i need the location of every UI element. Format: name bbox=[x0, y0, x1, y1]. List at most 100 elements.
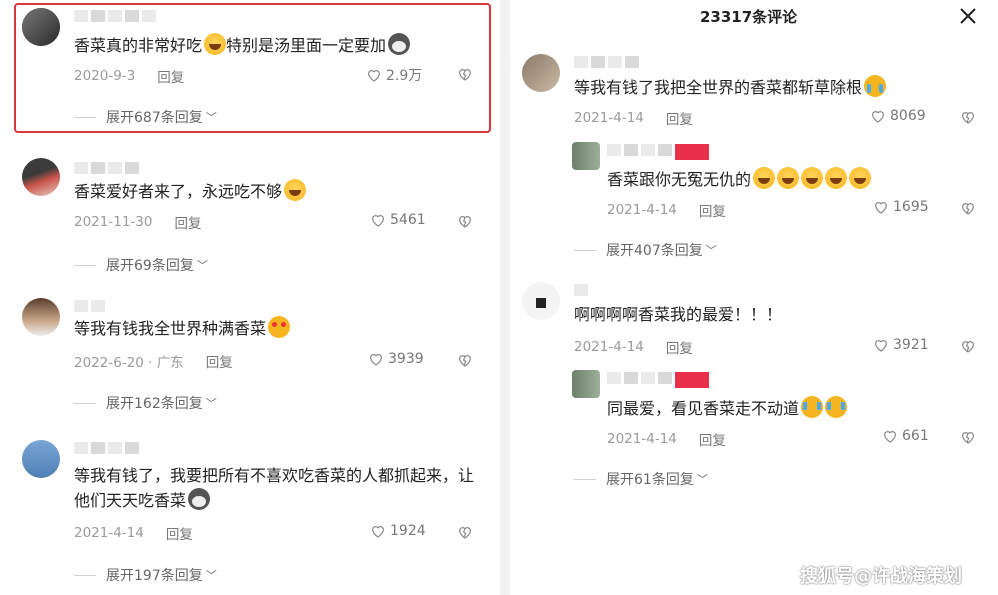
username-blurred[interactable] bbox=[74, 10, 156, 22]
username-blurred[interactable] bbox=[74, 300, 105, 312]
reply-text: 香菜跟你无冤无仇的 bbox=[607, 167, 872, 192]
comment-date: 2021-11-30 bbox=[74, 214, 153, 230]
emoji-icon bbox=[204, 33, 227, 55]
chevron-down-icon: ﹀ bbox=[196, 259, 208, 272]
reply-button[interactable]: 回复 bbox=[699, 200, 726, 220]
chevron-down-icon: ﹀ bbox=[205, 569, 217, 582]
reply-meta: 2021-4-14 回复 bbox=[607, 429, 726, 449]
comment-date: 2021-4-14 bbox=[574, 110, 644, 126]
comment-meta: 2021-4-14 回复 bbox=[74, 523, 193, 543]
username-blurred[interactable] bbox=[607, 144, 709, 160]
like-count: 3921 bbox=[893, 337, 929, 353]
comment-meta: 2021-4-14 回复 bbox=[574, 337, 693, 357]
reply-button[interactable]: 回复 bbox=[174, 212, 201, 232]
broken-heart-icon[interactable] bbox=[960, 200, 976, 216]
emoji-icon bbox=[284, 179, 307, 201]
avatar[interactable] bbox=[22, 298, 60, 336]
broken-heart-icon[interactable] bbox=[457, 213, 473, 229]
like-count: 5461 bbox=[390, 212, 426, 228]
emoji-icon bbox=[849, 167, 872, 189]
like-button[interactable]: 3939 bbox=[368, 351, 424, 367]
username-blurred[interactable] bbox=[574, 56, 639, 68]
like-button[interactable]: 1924 bbox=[370, 523, 426, 539]
reply-button[interactable]: 回复 bbox=[166, 523, 193, 543]
expand-replies-button[interactable]: 展开69条回复 ﹀ bbox=[74, 255, 208, 275]
emoji-icon bbox=[825, 396, 848, 418]
broken-heart-icon[interactable] bbox=[457, 524, 473, 540]
reply-meta: 2021-4-14 回复 bbox=[607, 200, 726, 220]
left-comment-panel: 香菜真的非常好吃 特别是汤里面一定要加 2020-9-3 回复 2.9万 展开68… bbox=[0, 0, 500, 595]
comment-text: 等我有钱我全世界种满香菜 bbox=[74, 316, 291, 341]
broken-heart-icon[interactable] bbox=[457, 66, 473, 82]
expand-replies-button[interactable]: 展开162条回复 ﹀ bbox=[74, 393, 217, 413]
reply-button[interactable]: 回复 bbox=[666, 108, 693, 128]
like-count: 3939 bbox=[388, 351, 424, 367]
like-button[interactable]: 3921 bbox=[873, 337, 929, 353]
chevron-down-icon: ﹀ bbox=[205, 397, 217, 410]
reply-button[interactable]: 回复 bbox=[206, 351, 233, 371]
username-blurred[interactable] bbox=[74, 162, 139, 174]
avatar[interactable] bbox=[22, 8, 60, 46]
like-button[interactable]: 8069 bbox=[870, 108, 926, 124]
broken-heart-icon[interactable] bbox=[960, 429, 976, 445]
chevron-down-icon: ﹀ bbox=[696, 473, 708, 486]
broken-heart-icon[interactable] bbox=[457, 352, 473, 368]
broken-heart-icon[interactable] bbox=[960, 109, 976, 125]
heart-outline-icon bbox=[872, 111, 884, 123]
comment-date: 2022-6-20 · 广东 bbox=[74, 355, 184, 371]
comment-text: 啊啊啊啊香菜我的最爱！！！ bbox=[574, 305, 783, 324]
comment-meta: 2020-9-3 回复 bbox=[74, 66, 184, 86]
panel-divider bbox=[500, 0, 510, 595]
heart-outline-icon bbox=[875, 202, 887, 214]
emoji-icon bbox=[388, 33, 411, 55]
emoji-icon bbox=[801, 396, 824, 418]
comment-meta: 2021-4-14 回复 bbox=[574, 108, 693, 128]
like-button[interactable]: 1695 bbox=[873, 199, 929, 215]
emoji-icon bbox=[188, 488, 211, 510]
close-icon[interactable] bbox=[956, 4, 980, 28]
like-count: 2.9万 bbox=[386, 68, 423, 84]
username-blurred[interactable] bbox=[607, 372, 709, 388]
emoji-icon bbox=[268, 316, 291, 338]
like-count: 661 bbox=[902, 428, 929, 444]
like-count: 1695 bbox=[893, 199, 929, 215]
emoji-icon bbox=[753, 167, 776, 189]
avatar[interactable] bbox=[572, 370, 600, 398]
like-button[interactable]: 661 bbox=[882, 428, 929, 444]
comment-text: 香菜真的非常好吃 特别是汤里面一定要加 bbox=[74, 33, 411, 58]
avatar[interactable] bbox=[22, 440, 60, 478]
comment-count-title: 23317条评论 bbox=[700, 8, 798, 26]
expand-replies-button[interactable]: 展开61条回复 ﹀ bbox=[574, 469, 708, 489]
reply-text: 同最爱，看见香菜走不动道 bbox=[607, 396, 848, 421]
expand-replies-button[interactable]: 展开407条回复 ﹀ bbox=[574, 240, 717, 260]
expand-replies-button[interactable]: 展开687条回复 ﹀ bbox=[74, 107, 217, 127]
expand-replies-button[interactable]: 展开197条回复 ﹀ bbox=[74, 565, 217, 585]
emoji-icon bbox=[825, 167, 848, 189]
emoji-icon bbox=[801, 167, 824, 189]
like-count: 1924 bbox=[390, 523, 426, 539]
comment-meta: 2022-6-20 · 广东 回复 bbox=[74, 351, 233, 371]
like-button[interactable]: 2.9万 bbox=[366, 65, 422, 85]
avatar[interactable] bbox=[522, 282, 560, 320]
avatar[interactable] bbox=[572, 142, 600, 170]
comment-text: 等我有钱了，我要把所有不喜欢吃香菜的人都抓起来，让他们天天吃香菜 bbox=[74, 466, 475, 510]
avatar[interactable] bbox=[522, 54, 560, 92]
reply-button[interactable]: 回复 bbox=[699, 429, 726, 449]
comment-date: 2021-4-14 bbox=[74, 525, 144, 541]
comment-text: 等我有钱了我把全世界的香菜都斩草除根 bbox=[574, 75, 887, 100]
broken-heart-icon[interactable] bbox=[960, 338, 976, 354]
heart-outline-icon bbox=[875, 340, 887, 352]
heart-outline-icon bbox=[372, 526, 384, 538]
reply-button[interactable]: 回复 bbox=[666, 337, 693, 357]
comment-text: 香菜爱好者来了，永远吃不够 bbox=[74, 179, 307, 204]
avatar[interactable] bbox=[22, 158, 60, 196]
comment-date: 2020-9-3 bbox=[74, 68, 136, 84]
username-blurred[interactable] bbox=[74, 442, 139, 454]
reply-date: 2021-4-14 bbox=[607, 202, 677, 218]
heart-outline-icon bbox=[372, 215, 384, 227]
reply-date: 2021-4-14 bbox=[607, 431, 677, 447]
comment-date: 2021-4-14 bbox=[574, 339, 644, 355]
reply-button[interactable]: 回复 bbox=[157, 66, 184, 86]
like-button[interactable]: 5461 bbox=[370, 212, 426, 228]
username-blurred[interactable] bbox=[574, 284, 588, 296]
